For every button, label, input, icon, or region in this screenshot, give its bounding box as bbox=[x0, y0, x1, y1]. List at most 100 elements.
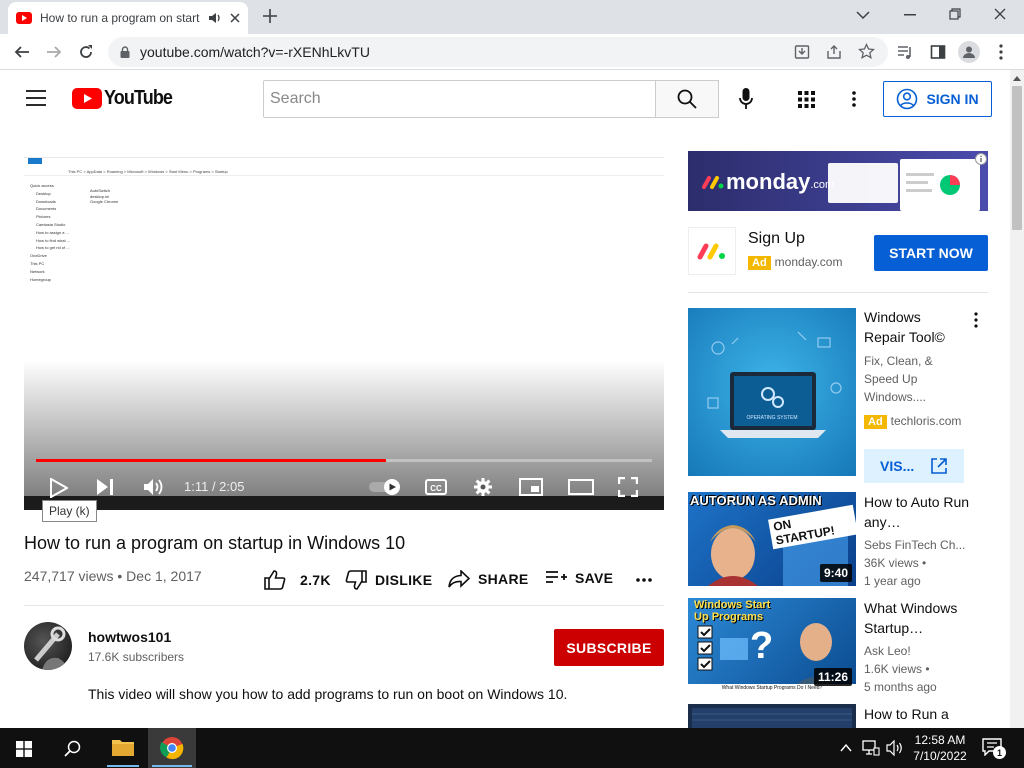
subscribe-button[interactable]: SUBSCRIBE bbox=[554, 629, 664, 666]
channel-avatar[interactable] bbox=[24, 622, 72, 670]
ad-banner[interactable]: monday .com bbox=[688, 151, 988, 211]
ad-thumbnail[interactable]: OPERATING SYSTEM bbox=[688, 308, 856, 476]
ad-banner-card bbox=[828, 163, 898, 203]
microphone-icon[interactable] bbox=[739, 88, 753, 110]
window-close-icon[interactable] bbox=[994, 8, 1006, 20]
browser-toolbar: youtube.com/watch?v=-rXENhLkvTU bbox=[0, 34, 1024, 70]
sign-in-button[interactable]: SIGN IN bbox=[883, 81, 992, 117]
video-title[interactable]: How to Run a bbox=[864, 704, 974, 724]
new-tab-icon[interactable] bbox=[262, 8, 278, 24]
ad-info-icon[interactable] bbox=[975, 153, 987, 165]
scrollbar-thumb[interactable] bbox=[1012, 86, 1022, 230]
more-options-icon[interactable] bbox=[974, 312, 978, 328]
search-button[interactable] bbox=[655, 80, 719, 118]
youtube-logo[interactable]: YouTube bbox=[72, 87, 180, 110]
monday-logo-text: monday bbox=[726, 169, 811, 194]
youtube-logo-icon bbox=[72, 88, 102, 109]
tab-close-icon[interactable] bbox=[230, 13, 240, 23]
windows-taskbar: 12:58 AM 7/10/2022 1 bbox=[0, 728, 1024, 768]
video-thumbnail[interactable]: AUTORUN AS ADMIN ON STARTUP! 9:40 bbox=[688, 492, 856, 586]
address-bar[interactable]: youtube.com/watch?v=-rXENhLkvTU bbox=[108, 37, 888, 67]
more-actions-icon[interactable] bbox=[636, 578, 652, 582]
install-app-icon[interactable] bbox=[794, 44, 810, 60]
video-title: How to run a program on startup in Windo… bbox=[24, 533, 406, 553]
fullscreen-icon[interactable] bbox=[618, 477, 638, 497]
network-icon[interactable] bbox=[862, 740, 880, 756]
ad-title[interactable]: Sign Up bbox=[748, 230, 805, 248]
minimize-icon[interactable] bbox=[904, 14, 916, 16]
browser-tab[interactable]: How to run a program on startup in Windo… bbox=[8, 2, 248, 34]
ad-meta: Ad monday.com bbox=[748, 255, 842, 270]
share-page-icon[interactable] bbox=[826, 44, 842, 60]
explorer-file-tab bbox=[28, 158, 42, 164]
progress-played bbox=[36, 459, 386, 462]
media-controls-icon[interactable] bbox=[897, 44, 913, 60]
video-channel[interactable]: Ask Leo! bbox=[864, 642, 911, 660]
bookmark-star-icon[interactable] bbox=[858, 43, 875, 60]
play-icon[interactable] bbox=[50, 478, 68, 498]
external-link-icon bbox=[931, 458, 947, 474]
video-title[interactable]: What Windows Startup… bbox=[864, 598, 974, 638]
file-item: Google Chrome bbox=[90, 199, 119, 204]
forward-icon[interactable] bbox=[46, 44, 62, 60]
like-button[interactable]: 2.7K bbox=[264, 570, 331, 590]
volume-icon[interactable] bbox=[143, 478, 165, 496]
thumb-text: OPERATING SYSTEM bbox=[746, 415, 798, 421]
search-input[interactable]: Search bbox=[263, 80, 656, 118]
video-title[interactable]: How to Auto Run any… bbox=[864, 492, 974, 532]
clock-time: 12:58 AM bbox=[914, 733, 966, 747]
ad2-meta: Ad techloris.com bbox=[864, 414, 961, 429]
reload-icon[interactable] bbox=[78, 44, 94, 60]
video-player[interactable]: This PC > AppData > Roaming > Microsoft … bbox=[24, 150, 664, 510]
search-placeholder: Search bbox=[270, 90, 321, 107]
video-thumbnail[interactable] bbox=[688, 704, 856, 728]
progress-bar[interactable] bbox=[36, 459, 652, 462]
back-icon[interactable] bbox=[14, 44, 30, 60]
tab-search-chevron-icon[interactable] bbox=[856, 10, 870, 20]
speaker-icon[interactable] bbox=[208, 12, 222, 24]
start-now-button[interactable]: START NOW bbox=[874, 235, 988, 271]
chrome-taskbar-button[interactable] bbox=[148, 728, 196, 768]
taskbar-search-icon[interactable] bbox=[64, 740, 81, 757]
autoplay-toggle-icon[interactable] bbox=[368, 478, 402, 496]
laptop-illustration bbox=[707, 331, 842, 438]
ad2-title[interactable]: Windows Repair Tool© bbox=[864, 307, 964, 347]
ad-banner-card bbox=[900, 159, 980, 211]
save-button[interactable]: SAVE bbox=[545, 570, 613, 586]
ad-badge: Ad bbox=[864, 415, 887, 429]
channel-name[interactable]: howtwos101 bbox=[88, 629, 171, 645]
tray-overflow-chevron-icon[interactable] bbox=[840, 744, 852, 752]
kebab-menu-icon[interactable] bbox=[999, 44, 1003, 60]
restore-icon[interactable] bbox=[949, 8, 961, 20]
windows-start-icon[interactable] bbox=[16, 741, 32, 757]
visit-site-button[interactable]: VIS... bbox=[864, 449, 964, 483]
lock-icon[interactable] bbox=[120, 46, 130, 58]
theater-mode-icon[interactable] bbox=[568, 479, 594, 495]
monday-app-icon[interactable] bbox=[688, 227, 736, 275]
page-scrollbar[interactable] bbox=[1010, 70, 1024, 730]
subscriber-count: 17.6K subscribers bbox=[88, 650, 185, 664]
closed-captions-icon[interactable]: CC bbox=[425, 478, 447, 496]
apps-grid-icon[interactable] bbox=[798, 91, 815, 108]
video-channel[interactable]: Sebs FinTech Ch... bbox=[864, 536, 965, 554]
nav-item: This PC bbox=[30, 260, 45, 266]
system-clock[interactable]: 12:58 AM 7/10/2022 bbox=[912, 732, 968, 764]
video-thumbnail[interactable]: ? Windows Start Up Programs What Windows… bbox=[688, 598, 856, 692]
hamburger-menu-icon[interactable] bbox=[26, 90, 46, 106]
next-video-icon[interactable] bbox=[96, 478, 114, 496]
miniplayer-icon[interactable] bbox=[519, 478, 543, 496]
divider bbox=[688, 292, 988, 293]
scroll-up-icon[interactable] bbox=[1013, 76, 1021, 81]
profile-icon[interactable] bbox=[958, 41, 980, 63]
volume-tray-icon[interactable] bbox=[886, 740, 904, 756]
dislike-button[interactable]: DISLIKE bbox=[345, 570, 432, 590]
monday-logo-icon bbox=[702, 176, 724, 189]
ad-domain: monday.com bbox=[774, 255, 843, 269]
share-button[interactable]: SHARE bbox=[448, 570, 529, 588]
side-panel-icon[interactable] bbox=[930, 44, 946, 60]
play-tooltip: Play (k) bbox=[42, 500, 97, 522]
settings-gear-icon[interactable] bbox=[473, 477, 493, 497]
settings-more-icon[interactable] bbox=[852, 91, 856, 107]
file-explorer-taskbar-button[interactable] bbox=[103, 728, 143, 768]
notification-center[interactable]: 1 bbox=[982, 738, 1006, 760]
